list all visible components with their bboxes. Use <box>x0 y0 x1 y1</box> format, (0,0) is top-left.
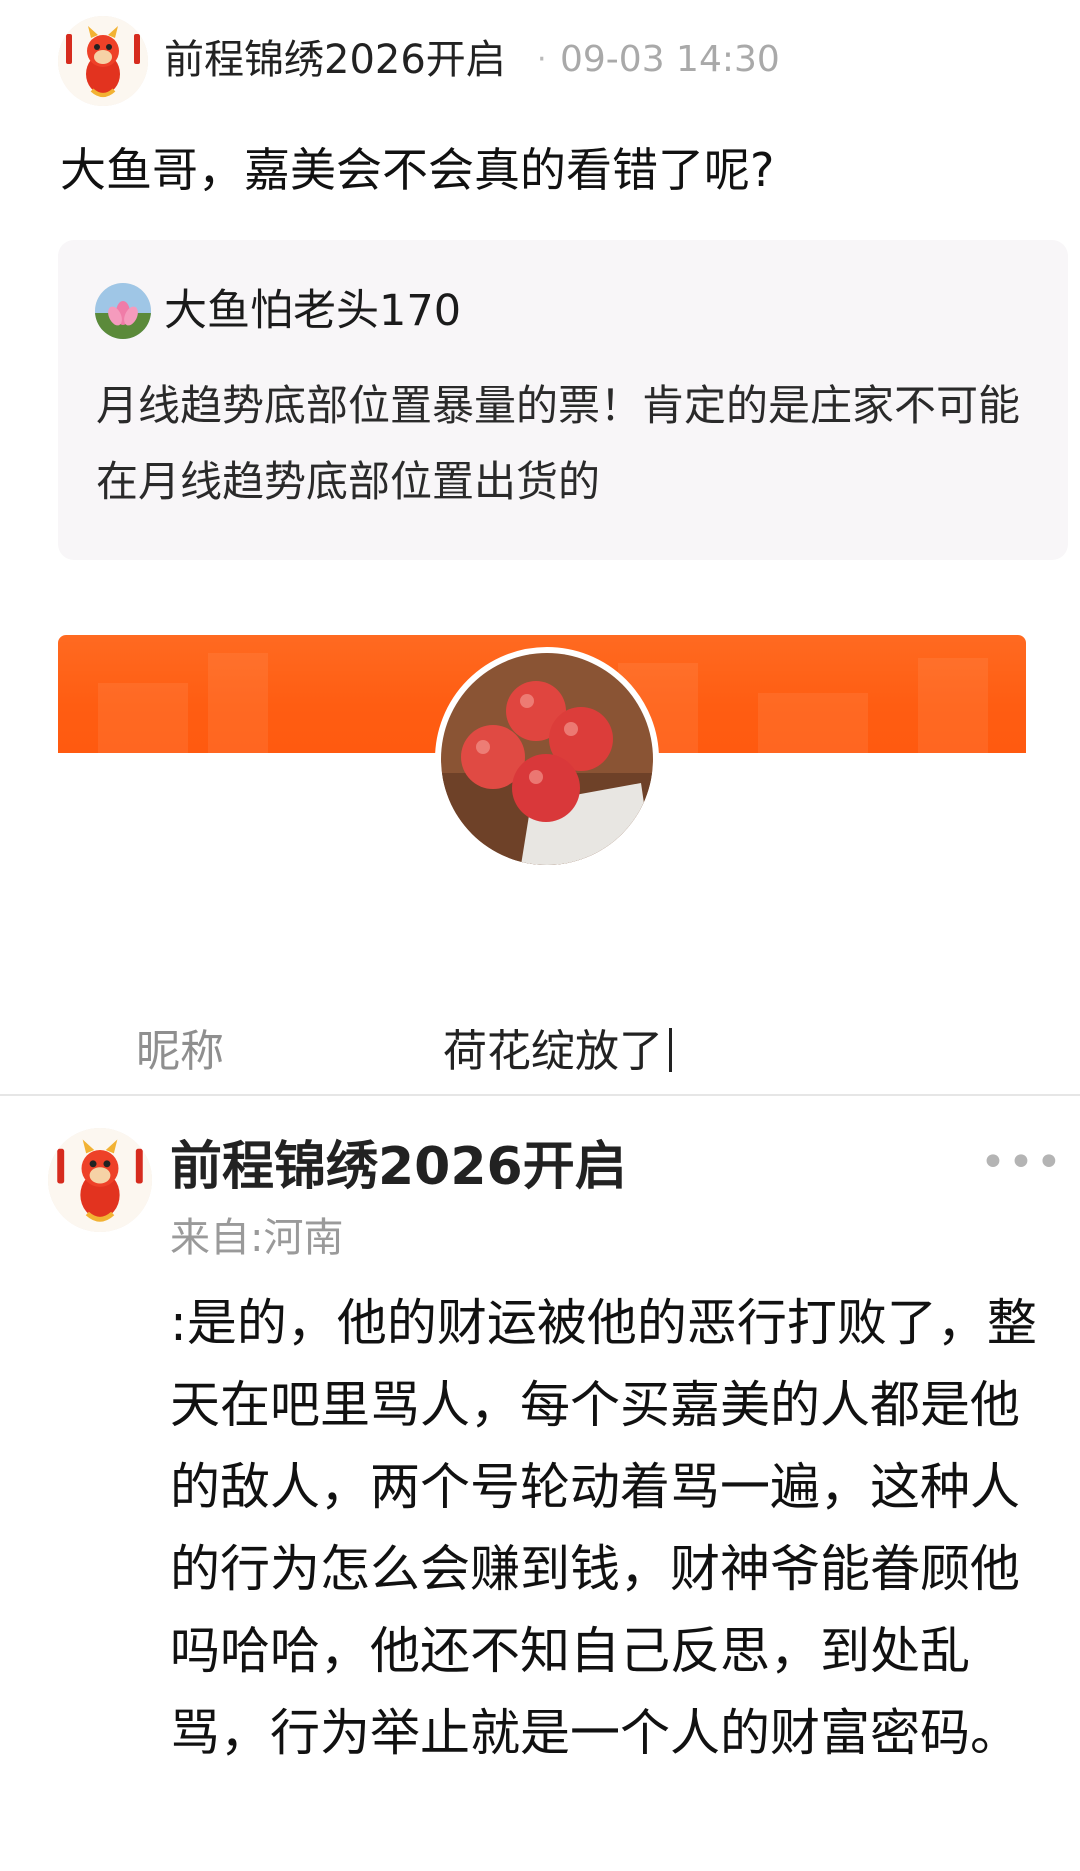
comment-location: 来自:河南 <box>170 1215 344 1261</box>
apples-photo-icon <box>441 653 653 865</box>
separator-dot: · <box>537 42 547 77</box>
post-author-name[interactable]: 前程锦绣2026开启 <box>164 30 506 90</box>
lotus-flower-icon <box>95 283 151 339</box>
profile-avatar[interactable] <box>435 647 659 871</box>
more-dots-icon[interactable]: ••• <box>980 1141 1064 1185</box>
post-timestamp: 09-03 14:30 <box>560 39 780 80</box>
section-divider <box>0 1094 1080 1096</box>
nickname-input[interactable]: 荷花绽放了 <box>443 1020 672 1084</box>
author-avatar[interactable] <box>58 16 148 106</box>
text-cursor <box>669 1028 672 1072</box>
horse-mascot-icon <box>48 1128 152 1232</box>
comment-author-avatar[interactable] <box>48 1128 152 1232</box>
post-content: 大鱼哥，嘉美会不会真的看错了呢? <box>60 143 775 197</box>
nickname-value: 荷花绽放了 <box>443 1026 663 1077</box>
comment-content: :是的，他的财运被他的恶行打败了，整天在吧里骂人，每个买嘉美的人都是他的敌人，两… <box>170 1294 1037 1762</box>
nickname-label: 昵称 <box>136 1026 224 1077</box>
quote-content: 月线趋势底部位置暴量的票！肯定的是庄家不可能在月线趋势底部位置出货的 <box>96 381 1021 506</box>
quote-author-avatar[interactable] <box>95 283 151 339</box>
horse-mascot-icon <box>58 16 148 106</box>
comment-author-name[interactable]: 前程锦绣2026开启 <box>170 1130 627 1204</box>
quote-author-name[interactable]: 大鱼怕老头170 <box>164 280 461 342</box>
